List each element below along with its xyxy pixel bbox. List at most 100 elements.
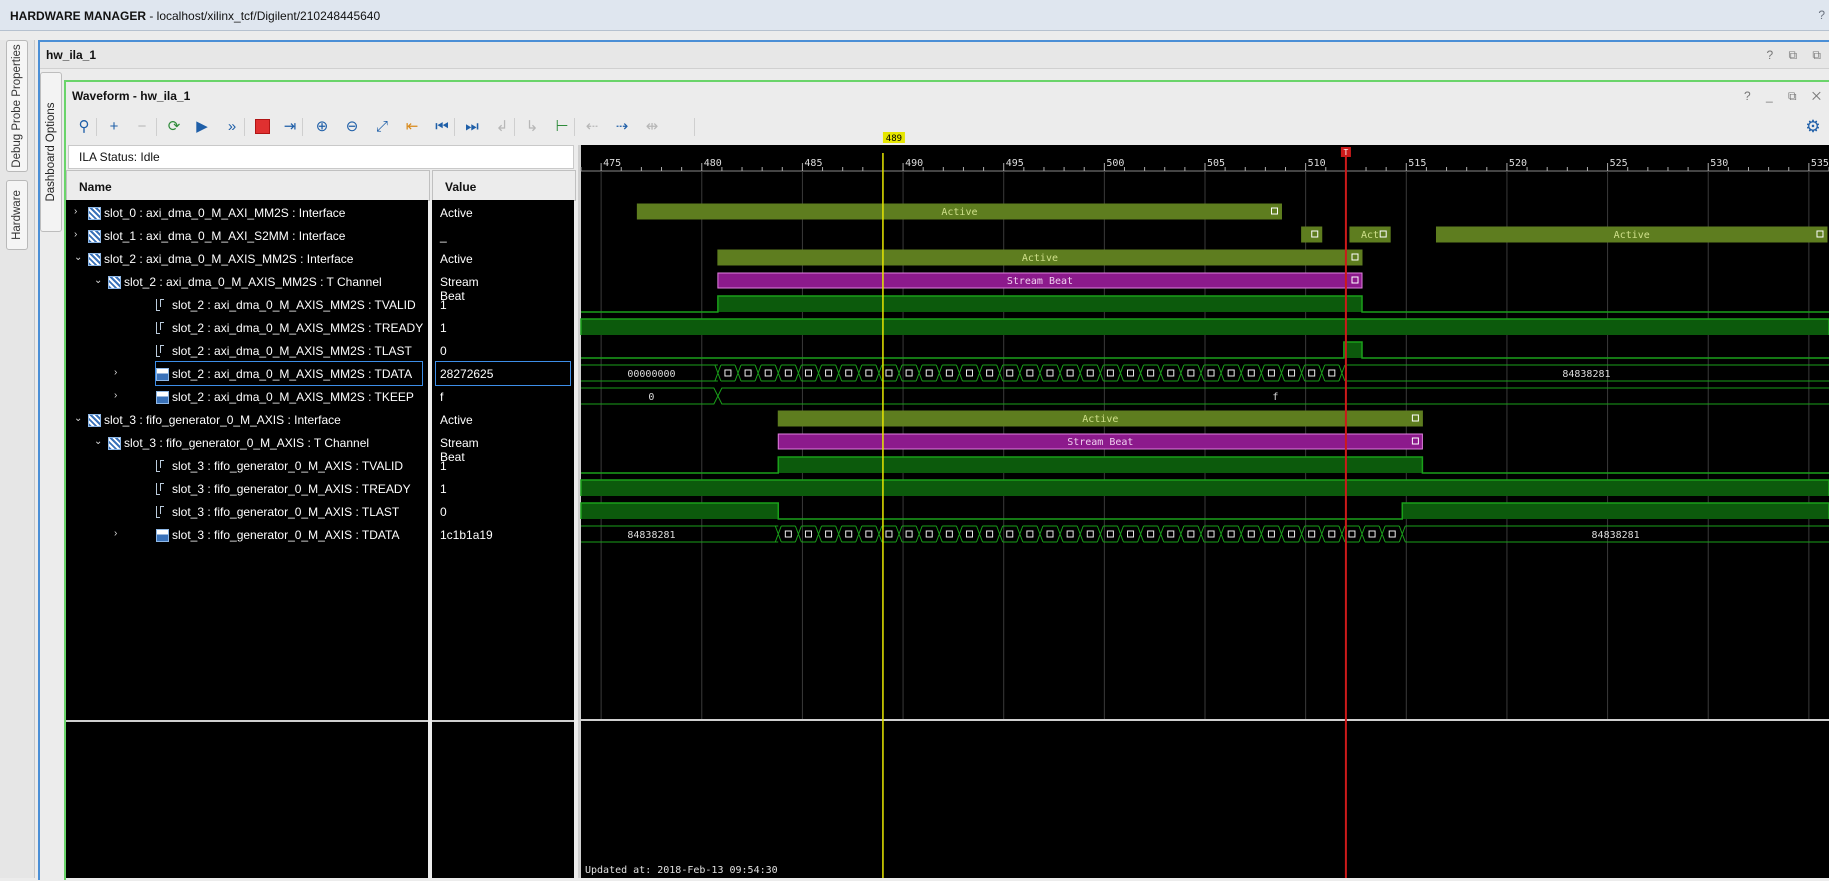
- signal-row[interactable]: › slot_1 : axi_dma_0_M_AXI_S2MM : Interfa…: [66, 224, 428, 247]
- help-icon[interactable]: ?: [1818, 8, 1825, 22]
- transaction-label: Act: [1361, 230, 1379, 241]
- go-to-end-icon[interactable]: ⏭: [460, 114, 484, 138]
- signal-row[interactable]: › slot_2 : axi_dma_0_M_AXIS_MM2S : TDATA: [114, 361, 423, 386]
- expand-icon[interactable]: ›: [114, 390, 117, 401]
- go-to-cursor-icon[interactable]: ⇤: [400, 114, 424, 138]
- next-transition-icon[interactable]: ↳: [520, 114, 544, 138]
- bus-value-box: [945, 369, 953, 377]
- auto-retrigger-icon[interactable]: »: [220, 114, 244, 138]
- bus-value-box: [865, 530, 873, 538]
- value-column-header[interactable]: Value: [432, 170, 576, 201]
- remove-icon[interactable]: −: [130, 114, 154, 138]
- expand-icon[interactable]: ›: [74, 229, 77, 240]
- value-column-label: Value: [445, 180, 477, 194]
- toolbar-separator: [454, 118, 455, 136]
- bus-value-box: [965, 369, 973, 377]
- signal-row[interactable]: slot_3 : fifo_generator_0_M_AXIS : TVALI…: [66, 454, 428, 477]
- collapse-icon[interactable]: ⌄: [94, 436, 102, 447]
- ruler-tick-label: 525: [1610, 158, 1628, 169]
- collapse-icon[interactable]: ⌄: [74, 413, 82, 424]
- next-marker-icon[interactable]: ⇢: [610, 114, 634, 138]
- signal-name: slot_2 : axi_dma_0_M_AXIS_MM2S : TDATA: [172, 367, 413, 381]
- bus-value-box: [1106, 530, 1114, 538]
- add-marker-icon[interactable]: ⊢: [550, 114, 574, 138]
- ruler-tick-label: 480: [704, 158, 722, 169]
- waveform-svg: 475 480 485 490 495 500 505 510 515 520 525 530 535 A…: [580, 132, 1829, 878]
- bit-high-fill: [1402, 503, 1829, 519]
- signal-name: slot_2 : axi_dma_0_M_AXIS_MM2S : T Chann…: [124, 275, 382, 289]
- toolbar-separator: [302, 118, 303, 136]
- expand-icon[interactable]: ›: [114, 528, 117, 539]
- add-icon[interactable]: +: [102, 114, 126, 138]
- signal-value[interactable]: 28272625: [435, 361, 571, 386]
- transaction-label: Active: [1022, 253, 1058, 264]
- signal-row[interactable]: ⌄ slot_3 : fifo_generator_0_M_AXIS : T Ch…: [66, 431, 428, 454]
- expand-icon[interactable]: ›: [74, 206, 77, 217]
- bus-value-box: [965, 530, 973, 538]
- signal-name: slot_2 : axi_dma_0_M_AXIS_MM2S : TVALID: [172, 298, 416, 312]
- bus-value-box: [986, 530, 994, 538]
- run-trigger-immediate-icon[interactable]: ⟳: [162, 114, 186, 138]
- bus-value-box: [1026, 530, 1034, 538]
- bit-high-fill: [581, 503, 779, 519]
- ruler-tick-label: 475: [603, 158, 621, 169]
- ruler-tick-label: 500: [1106, 158, 1124, 169]
- tab-hardware[interactable]: Hardware: [6, 180, 28, 250]
- signal-value-text: Active: [440, 206, 473, 220]
- bus-value-box: [784, 369, 792, 377]
- bus-value-box: [825, 530, 833, 538]
- signal-row[interactable]: slot_3 : fifo_generator_0_M_AXIS : TREAD…: [66, 477, 428, 500]
- bus-value-box: [1167, 369, 1175, 377]
- toolbar-separator: [156, 118, 157, 136]
- expand-icon[interactable]: ›: [114, 367, 117, 378]
- previous-transition-icon[interactable]: ↲: [490, 114, 514, 138]
- ila-status-field: ILA Status: Idle: [68, 145, 574, 169]
- signal-row[interactable]: ⌄ slot_3 : fifo_generator_0_M_AXIS : Inte…: [66, 408, 428, 431]
- signal-name: slot_1 : axi_dma_0_M_AXI_S2MM : Interfac…: [104, 229, 346, 243]
- signal-row[interactable]: ⌄ slot_2 : axi_dma_0_M_AXIS_MM2S : Interf…: [66, 247, 428, 270]
- waveform-window-buttons[interactable]: ? _ ⧉ ✕: [1744, 89, 1827, 104]
- bus-value-box: [1167, 530, 1175, 538]
- export-icon[interactable]: ⇥: [278, 114, 302, 138]
- name-column-header[interactable]: Name: [66, 170, 430, 201]
- bus-value-box: [1328, 530, 1336, 538]
- signal-row[interactable]: › slot_3 : fifo_generator_0_M_AXIS : TDAT…: [66, 523, 428, 546]
- search-icon[interactable]: ⚲: [72, 114, 96, 138]
- signal-row[interactable]: slot_2 : axi_dma_0_M_AXIS_MM2S : TREADY: [66, 316, 428, 339]
- collapse-icon[interactable]: ⌄: [94, 275, 102, 286]
- signal-row[interactable]: slot_3 : fifo_generator_0_M_AXIS : TLAST: [66, 500, 428, 523]
- signal-row[interactable]: slot_2 : axi_dma_0_M_AXIS_MM2S : TVALID: [66, 293, 428, 316]
- signal-value-list: Active _ Active Stream Beat 1 1 0 28272625 f Acti…: [432, 200, 574, 878]
- zoom-fit-icon[interactable]: ⤢: [370, 114, 394, 138]
- window-title-bar: HARDWARE MANAGER - localhost/xilinx_tcf/…: [0, 0, 1829, 31]
- collapse-icon[interactable]: ⌄: [74, 252, 82, 263]
- interface-icon: [88, 253, 101, 266]
- run-trigger-icon[interactable]: ▶: [190, 114, 214, 138]
- interface-icon: [88, 207, 101, 220]
- signal-row[interactable]: › slot_0 : axi_dma_0_M_AXI_MM2S : Interfa…: [66, 201, 428, 224]
- signal-row[interactable]: slot_2 : axi_dma_0_M_AXIS_MM2S : TLAST: [66, 339, 428, 362]
- list-footer-divider: [432, 720, 574, 722]
- waveform-panel-header: Waveform - hw_ila_1 ? _ ⧉ ✕: [66, 82, 1829, 108]
- bit-signal-icon: [156, 345, 167, 357]
- zoom-in-icon[interactable]: ⊕: [310, 114, 334, 138]
- panel-window-buttons[interactable]: ? ⧉ ⧉: [1767, 48, 1827, 63]
- signal-row[interactable]: ⌄ slot_2 : axi_dma_0_M_AXIS_MM2S : T Chan…: [66, 270, 428, 293]
- signal-name: slot_3 : fifo_generator_0_M_AXIS : Inter…: [104, 413, 341, 427]
- bus-value-box: [804, 530, 812, 538]
- swap-cursors-icon[interactable]: ⇹: [640, 114, 664, 138]
- previous-marker-icon[interactable]: ⇠: [580, 114, 604, 138]
- tab-dashboard-options[interactable]: Dashboard Options: [40, 72, 62, 232]
- go-to-start-icon[interactable]: ⏮: [430, 114, 454, 138]
- bus-value-box: [764, 369, 772, 377]
- zoom-out-icon[interactable]: ⊖: [340, 114, 364, 138]
- waveform-canvas[interactable]: 475 480 485 490 495 500 505 510 515 520 525 530 535 A…: [578, 132, 1829, 878]
- panel-title: hw_ila_1: [46, 48, 97, 62]
- bit-high-fill: [778, 457, 1423, 473]
- stop-icon[interactable]: [250, 114, 274, 138]
- bus-value-box: [925, 369, 933, 377]
- ruler-tick-label: 515: [1408, 158, 1426, 169]
- settings-gear-icon[interactable]: ⚙: [1801, 114, 1825, 138]
- tab-debug-probe-properties[interactable]: Debug Probe Properties: [6, 40, 28, 172]
- signal-row[interactable]: › slot_2 : axi_dma_0_M_AXIS_MM2S : TKEEP: [66, 385, 428, 408]
